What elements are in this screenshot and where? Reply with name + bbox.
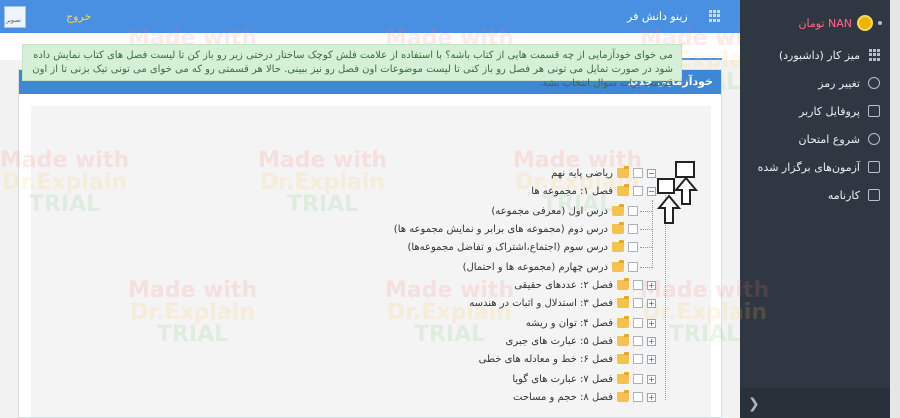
tree-checkbox[interactable] <box>628 242 638 252</box>
annotation-arrows-icon <box>656 161 699 224</box>
tree-node-chapter[interactable]: + فصل ۶: خط و معادله های خطی <box>479 351 656 367</box>
folder-icon <box>612 260 624 272</box>
folder-icon <box>617 334 629 346</box>
tree-connector <box>640 247 652 248</box>
tree-node-chapter[interactable]: + فصل ۸: حجم و مساحت <box>513 389 656 405</box>
tree-node-label: درس سوم (اجتماع،اشتراک و تفاضل مجموعه‌ها… <box>407 241 608 253</box>
tree-checkbox[interactable] <box>633 354 643 364</box>
site-title: زینو دانش فر <box>627 10 688 23</box>
sidebar-item-label: پروفایل کاربر <box>799 104 860 118</box>
tree-node-chapter[interactable]: + فصل ۳: استدلال و اثبات در هندسه <box>469 295 656 311</box>
tree-node-chapter[interactable]: + فصل ۷: عبارت های گویا <box>512 371 656 387</box>
folder-icon <box>617 352 629 364</box>
coin-badge-icon <box>857 15 873 31</box>
sidebar-user[interactable]: NAN تومان <box>798 12 882 34</box>
dashboard-grid-icon <box>868 49 880 61</box>
tree-node-label: درس چهارم (مجموعه ها و احتمال) <box>462 261 608 273</box>
page-scrollbar[interactable] <box>890 0 900 418</box>
document-icon <box>868 189 880 201</box>
tree-node-label: فصل ۱: مجموعه ها <box>531 185 613 197</box>
sidebar-item-report-card[interactable]: کارنامه <box>740 183 890 207</box>
tree-connector <box>640 211 652 212</box>
sidebar-item-label: شروع امتحان <box>798 132 860 146</box>
sidebar-item-held-exams[interactable]: آزمون‌های برگزار شده <box>740 155 890 179</box>
tree-checkbox[interactable] <box>633 392 643 402</box>
tree-checkbox[interactable] <box>633 168 643 178</box>
folder-icon <box>612 222 624 234</box>
expand-toggle[interactable]: + <box>647 374 656 384</box>
tree-node-lesson[interactable]: درس دوم (مجموعه های برابر و نمایش مجموعه… <box>394 221 638 237</box>
tree-node-label: ریاضی پایه نهم <box>551 167 613 179</box>
tree-node-label: فصل ۵: عبارت های جبری <box>505 335 613 347</box>
tree-node-lesson[interactable]: درس چهارم (مجموعه ها و احتمال) <box>463 259 638 275</box>
folder-icon <box>612 240 624 252</box>
tree-checkbox[interactable] <box>633 318 643 328</box>
folder-icon <box>617 184 629 196</box>
status-dot-icon <box>878 21 882 25</box>
logout-link[interactable]: خروج <box>66 10 91 23</box>
expand-toggle[interactable]: + <box>647 392 656 402</box>
expand-toggle[interactable]: + <box>647 318 656 328</box>
sidebar-item-label: آزمون‌های برگزار شده <box>757 160 860 174</box>
tree-node-lesson[interactable]: درس سوم (اجتماع،اشتراک و تفاضل مجموعه‌ها… <box>407 239 638 255</box>
tree-checkbox[interactable] <box>633 336 643 346</box>
tree-node-chapter[interactable]: + فصل ۲: عددهای حقیقی <box>514 277 656 293</box>
tree-connector <box>640 229 652 230</box>
tree-node-label: فصل ۳: استدلال و اثبات در هندسه <box>469 297 613 309</box>
tree-node-label: فصل ۶: خط و معادله های خطی <box>478 353 613 365</box>
sidebar-item-label: میز کار (داشبورد) <box>778 48 860 62</box>
tree-connector <box>640 267 652 268</box>
expand-toggle[interactable]: + <box>647 280 656 290</box>
folder-icon <box>617 390 629 402</box>
tree-checkbox[interactable] <box>628 224 638 234</box>
tree-checkbox[interactable] <box>628 262 638 272</box>
play-icon <box>868 133 880 145</box>
tree-node-lesson[interactable]: درس اول (معرفی مجموعه) <box>491 203 638 219</box>
tree-node-root[interactable]: − ریاضی پایه نهم <box>551 165 656 181</box>
user-name: NAN تومان <box>798 16 852 30</box>
tree-connector <box>652 200 653 268</box>
sidebar-item-profile[interactable]: پروفایل کاربر <box>740 99 890 123</box>
sidebar-item-label: کارنامه <box>827 188 860 202</box>
folder-icon <box>617 316 629 328</box>
tree-checkbox[interactable] <box>633 374 643 384</box>
tree-checkbox[interactable] <box>633 280 643 290</box>
folder-icon <box>612 204 624 216</box>
sidebar-footer: ❯ <box>740 388 890 418</box>
tree-node-label: فصل ۴: توان و ریشه <box>525 317 613 329</box>
folder-icon <box>617 296 629 308</box>
folder-icon <box>617 372 629 384</box>
top-bar: تصویر خروج زینو دانش فر <box>0 0 740 33</box>
instructions-alert: می خوای خودآزمایی از چه قسمت هایی از کتا… <box>22 44 682 89</box>
user-avatar[interactable]: تصویر <box>4 6 26 28</box>
sidebar-item-dashboard[interactable]: میز کار (داشبورد) <box>740 43 890 67</box>
tree-node-label: فصل ۲: عددهای حقیقی <box>514 279 613 291</box>
folder-icon <box>617 278 629 290</box>
expand-toggle[interactable]: + <box>647 298 656 308</box>
tree-node-label: درس دوم (مجموعه های برابر و نمایش مجموعه… <box>393 223 608 235</box>
user-icon <box>868 105 880 117</box>
tree-node-label: فصل ۸: حجم و مساحت <box>513 391 613 403</box>
expand-toggle[interactable]: + <box>647 354 656 364</box>
expand-toggle[interactable]: + <box>647 336 656 346</box>
tree-checkbox[interactable] <box>633 298 643 308</box>
avatar-alt-text: تصویر <box>6 17 21 24</box>
tree-checkbox[interactable] <box>628 206 638 216</box>
sidebar: NAN تومان میز کار (داشبورد) تغییر رمز پر… <box>740 0 900 418</box>
tree-node-chapter[interactable]: + فصل ۴: توان و ریشه <box>526 315 656 331</box>
folder-icon <box>617 166 629 178</box>
folder-icon <box>868 161 880 173</box>
sidebar-item-label: تغییر رمز <box>818 76 860 90</box>
tree-node-chapter[interactable]: − فصل ۱: مجموعه ها <box>531 183 656 199</box>
gear-icon <box>868 77 880 89</box>
sidebar-item-start-exam[interactable]: شروع امتحان <box>740 127 890 151</box>
sidebar-item-change-password[interactable]: تغییر رمز <box>740 71 890 95</box>
tree-checkbox[interactable] <box>633 186 643 196</box>
tree-node-label: درس اول (معرفی مجموعه) <box>491 205 608 217</box>
tree-node-chapter[interactable]: + فصل ۵: عبارت های جبری <box>506 333 656 349</box>
apps-grid-icon[interactable] <box>709 10 721 22</box>
tree-node-label: فصل ۷: عبارت های گویا <box>512 373 613 385</box>
collapse-chevron-icon[interactable]: ❯ <box>748 396 760 412</box>
